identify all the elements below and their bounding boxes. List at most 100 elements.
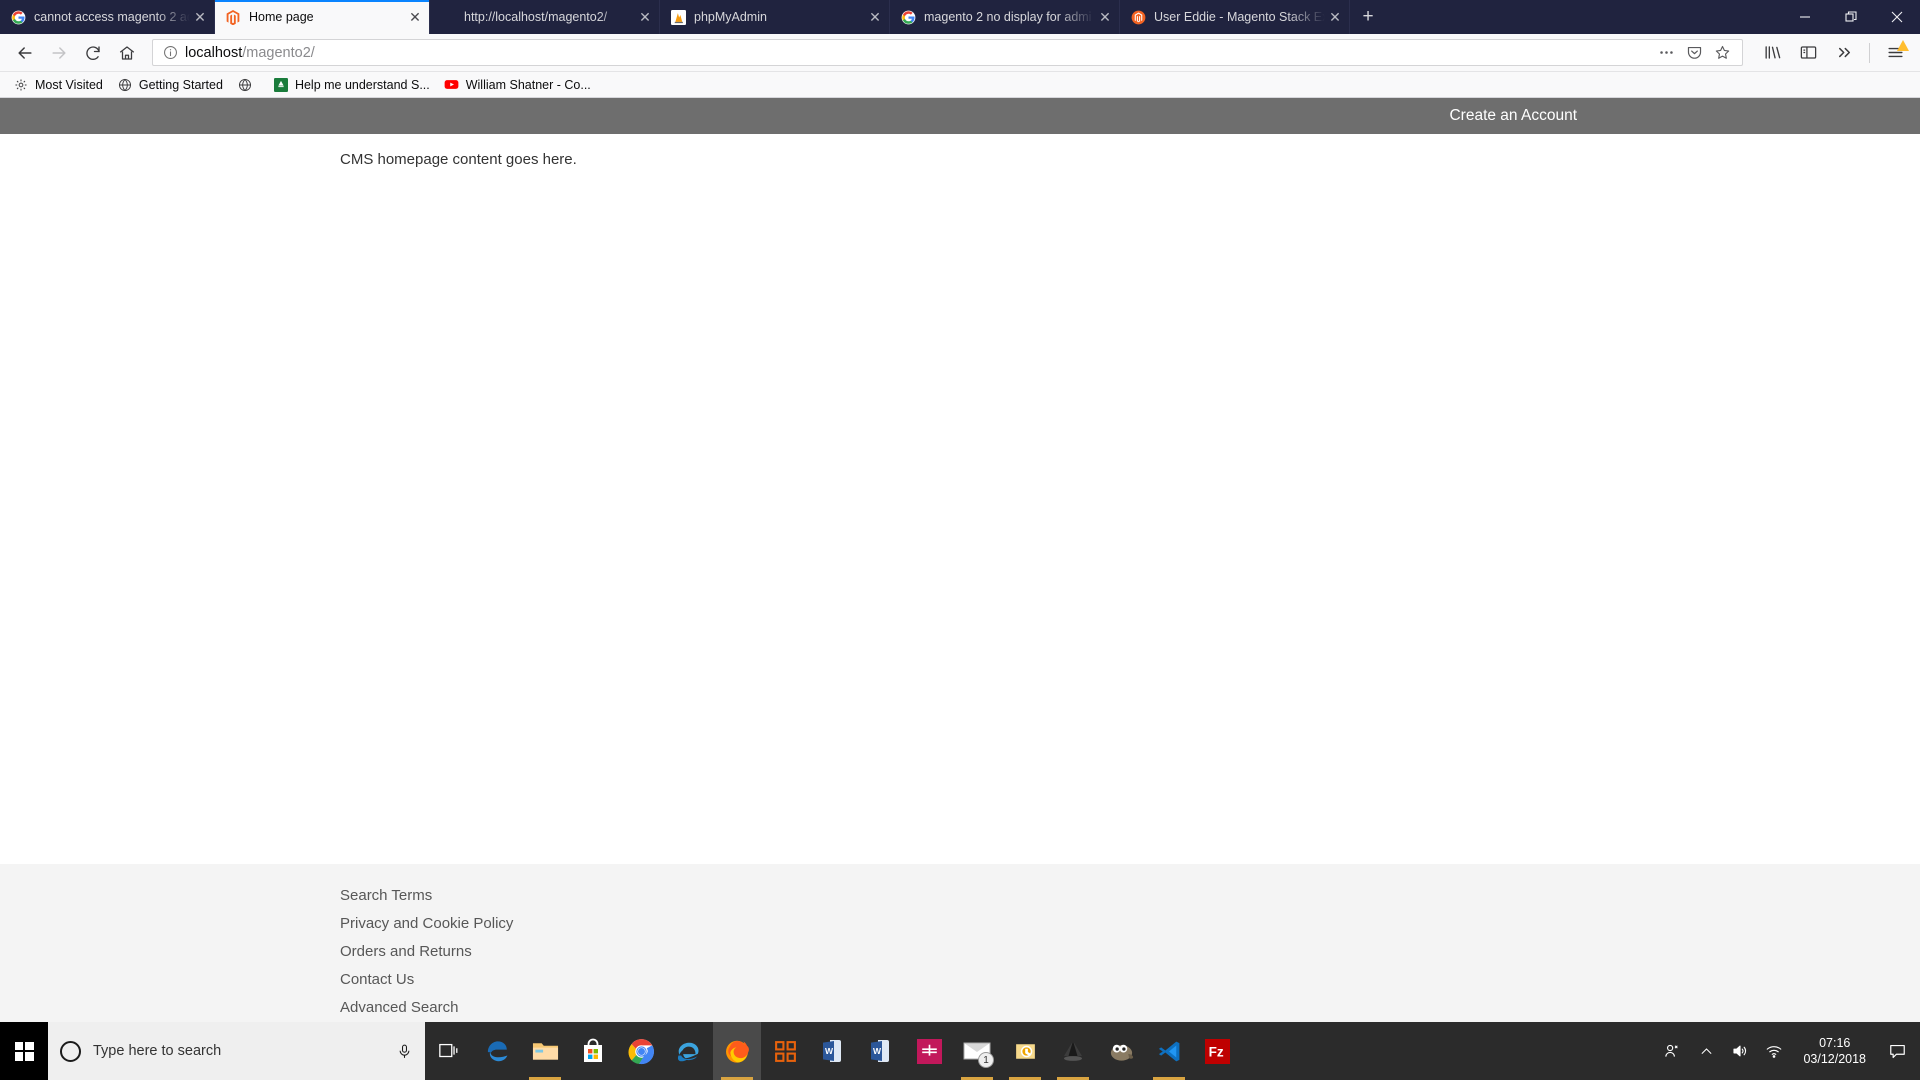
window-controls [1782, 0, 1920, 34]
taskbar-item-inkscape[interactable] [1049, 1022, 1097, 1080]
taskbar-item-task-view[interactable] [425, 1022, 473, 1080]
reload-button[interactable] [76, 38, 110, 68]
gear-icon [13, 77, 29, 93]
chevron-up-icon[interactable] [1689, 1022, 1723, 1080]
cortana-circle-icon[interactable] [60, 1040, 81, 1062]
ellipsis-icon[interactable] [1652, 44, 1680, 61]
tab-title: magento 2 no display for admi [924, 10, 1092, 24]
create-account-link[interactable]: Create an Account [1449, 107, 1577, 125]
browser-tab-2[interactable]: Home page ✕ [215, 0, 430, 34]
url-text[interactable]: localhost/magento2/ [181, 45, 1652, 61]
notification-icon[interactable] [1878, 1022, 1916, 1080]
volume-icon[interactable] [1723, 1022, 1757, 1080]
cms-content-text: CMS homepage content goes here. [340, 151, 577, 168]
taskbar-items: W W 1 Fz [425, 1022, 1241, 1080]
page-footer: Search Terms Privacy and Cookie Policy O… [0, 864, 1920, 1022]
blank-favicon [440, 9, 456, 25]
tab-close-icon[interactable]: ✕ [1325, 7, 1345, 27]
star-icon[interactable] [1708, 44, 1736, 61]
tab-close-icon[interactable]: ✕ [1095, 7, 1115, 27]
taskbar-item-vs-code[interactable] [1145, 1022, 1193, 1080]
start-button[interactable] [0, 1022, 48, 1080]
footer-link-privacy-policy[interactable]: Privacy and Cookie Policy [340, 910, 1920, 938]
mail-unread-badge: 1 [978, 1052, 994, 1068]
taskbar-item-red-app[interactable] [905, 1022, 953, 1080]
tabstrip-drag-area [1386, 0, 1782, 34]
globe-icon [117, 77, 133, 93]
tab-close-icon[interactable]: ✕ [865, 7, 885, 27]
sidebar-icon[interactable] [1791, 38, 1825, 68]
taskbar-item-outlook[interactable] [1001, 1022, 1049, 1080]
tab-close-icon[interactable]: ✕ [635, 7, 655, 27]
taskbar-item-file-explorer[interactable] [521, 1022, 569, 1080]
bookmark-label: Getting Started [138, 77, 223, 92]
windows-start-icon [14, 1041, 34, 1061]
page-main-content: CMS homepage content goes here. [0, 134, 1920, 864]
address-bar[interactable]: localhost/magento2/ [152, 39, 1743, 66]
new-tab-button[interactable]: + [1350, 0, 1386, 34]
info-circle-icon[interactable] [159, 45, 181, 60]
update-warning-badge-icon [1897, 39, 1909, 51]
navigation-toolbar: localhost/magento2/ [0, 34, 1920, 72]
taskbar-item-edge[interactable] [473, 1022, 521, 1080]
close-button[interactable] [1874, 0, 1920, 34]
tab-title: User Eddie - Magento Stack Exc [1154, 10, 1325, 24]
bookmark-getting-started[interactable]: Getting Started [110, 75, 230, 95]
bookmark-unnamed[interactable] [230, 75, 266, 95]
bookmark-most-visited[interactable]: Most Visited [6, 75, 110, 95]
back-button[interactable] [8, 38, 42, 68]
bookmark-label: Help me understand S... [294, 77, 430, 92]
footer-link-search-terms[interactable]: Search Terms [340, 882, 1920, 910]
svg-text:W: W [825, 1046, 834, 1056]
taskbar-search-box[interactable]: Type here to search [48, 1022, 425, 1080]
minimize-button[interactable] [1782, 0, 1828, 34]
tab-close-icon[interactable]: ✕ [190, 7, 210, 27]
overflow-chevrons-icon[interactable] [1827, 38, 1861, 68]
browser-toolbar-actions [1755, 38, 1912, 68]
browser-tab-6[interactable]: User Eddie - Magento Stack Exc ✕ [1120, 0, 1350, 34]
tab-close-icon[interactable]: ✕ [405, 7, 425, 27]
footer-link-advanced-search[interactable]: Advanced Search [340, 994, 1920, 1022]
tab-title: http://localhost/magento2/ [464, 10, 608, 24]
library-icon[interactable] [1755, 38, 1789, 68]
magento-icon [1130, 9, 1146, 25]
tab-title: cannot access magento 2 admi [34, 10, 190, 24]
forward-button [42, 38, 76, 68]
search-placeholder: Type here to search [93, 1043, 222, 1059]
taskbar-item-firefox[interactable] [713, 1022, 761, 1080]
pocket-icon[interactable] [1680, 44, 1708, 61]
system-tray: 07:16 03/12/2018 [1655, 1022, 1920, 1080]
taskbar-clock[interactable]: 07:16 03/12/2018 [1791, 1035, 1878, 1067]
browser-tab-4[interactable]: phpMyAdmin ✕ [660, 0, 890, 34]
taskbar-item-chrome[interactable] [617, 1022, 665, 1080]
people-icon[interactable] [1655, 1022, 1689, 1080]
taskbar-item-gimp[interactable] [1097, 1022, 1145, 1080]
windows-taskbar: Type here to search W W 1 Fz 07:16 03/12… [0, 1022, 1920, 1080]
taskbar-item-word-2[interactable]: W [857, 1022, 905, 1080]
browser-tab-1[interactable]: cannot access magento 2 admi ✕ [0, 0, 215, 34]
hamburger-menu-icon[interactable] [1878, 38, 1912, 68]
browser-tab-3[interactable]: http://localhost/magento2/ ✕ [430, 0, 660, 34]
taskbar-item-mail[interactable]: 1 [953, 1022, 1001, 1080]
wifi-icon[interactable] [1757, 1022, 1791, 1080]
browser-window: cannot access magento 2 admi ✕ Home page… [0, 0, 1920, 1022]
tab-title: phpMyAdmin [694, 10, 767, 24]
globe-icon [237, 77, 253, 93]
bookmarks-toolbar: Most Visited Getting Started Help me und… [0, 72, 1920, 98]
browser-tab-5[interactable]: magento 2 no display for admi ✕ [890, 0, 1120, 34]
footer-link-orders-returns[interactable]: Orders and Returns [340, 938, 1920, 966]
clock-time: 07:16 [1819, 1036, 1851, 1050]
taskbar-item-internet-explorer[interactable] [665, 1022, 713, 1080]
footer-link-contact-us[interactable]: Contact Us [340, 966, 1920, 994]
home-button[interactable] [110, 38, 144, 68]
bookmark-william-shatner[interactable]: William Shatner - Co... [437, 75, 598, 95]
page-viewport: Create an Account CMS homepage content g… [0, 98, 1920, 1022]
taskbar-item-microsoft-store[interactable] [569, 1022, 617, 1080]
taskbar-item-filezilla[interactable]: Fz [1193, 1022, 1241, 1080]
bookmark-help-me-understand[interactable]: Help me understand S... [266, 75, 437, 95]
youtube-icon [444, 77, 460, 93]
taskbar-item-office[interactable] [761, 1022, 809, 1080]
microphone-icon[interactable] [393, 1043, 415, 1060]
taskbar-item-word[interactable]: W [809, 1022, 857, 1080]
maximize-restore-button[interactable] [1828, 0, 1874, 34]
